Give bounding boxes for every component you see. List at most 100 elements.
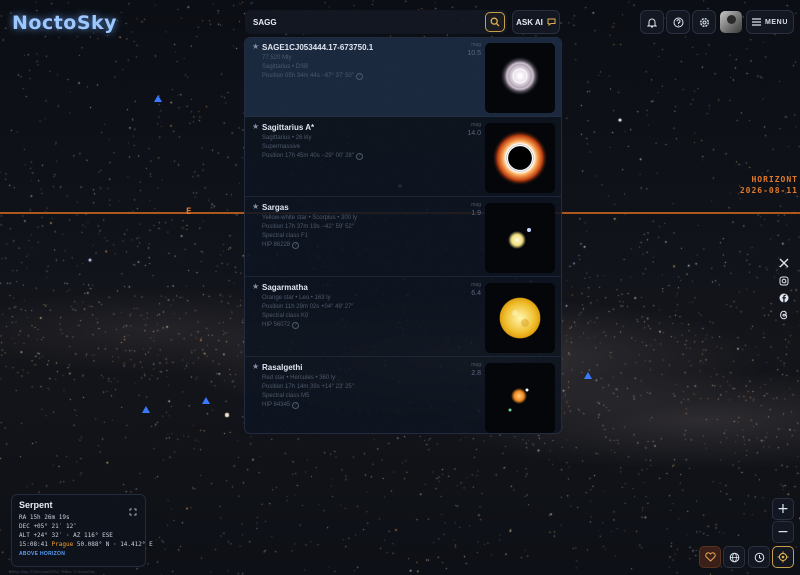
result-detail-text: Supermassive (262, 144, 301, 150)
result-detail-text: Position 05h 34m 44s −67° 37′ 50″ (262, 73, 354, 79)
observer-city[interactable]: Prague (52, 541, 74, 548)
result-thumbnail[interactable] (485, 283, 555, 353)
help-button[interactable] (666, 10, 690, 34)
result-detail: 77 520 Mly (262, 55, 291, 61)
result-detail: Orange star • Leo • 163 ly (262, 295, 331, 301)
zoom-out-button[interactable]: − (772, 521, 794, 543)
notifications-button[interactable] (640, 10, 664, 34)
avatar[interactable] (720, 11, 742, 33)
search-button[interactable] (485, 12, 505, 32)
search-icon (490, 17, 500, 27)
horizon-label-title: HORIZONT (751, 175, 798, 184)
observer-location: 15:08:41 Prague 50.088° N · 14.412° E (19, 540, 153, 549)
observer-time: 15:08:41 (19, 541, 48, 548)
constellation-marker[interactable] (202, 397, 210, 404)
settings-button[interactable] (692, 10, 716, 34)
bell-icon (647, 18, 657, 27)
favorite-star-icon[interactable]: ★ (252, 282, 259, 291)
favorite-star-icon[interactable]: ★ (252, 42, 259, 51)
locate-button[interactable] (772, 546, 794, 568)
result-detail-text: HIP 56072 (262, 322, 291, 328)
magnitude-value: 1.9 (471, 210, 481, 217)
menu-button[interactable]: MENU (746, 10, 794, 34)
favorite-star-icon[interactable]: ★ (252, 122, 259, 131)
result-name: Rasalgethi (262, 363, 303, 372)
result-thumbnail[interactable] (485, 43, 555, 113)
object-ra: RA 15h 26m 19s (19, 514, 70, 521)
info-icon[interactable]: ? (355, 153, 363, 160)
constellation-marker[interactable] (584, 372, 592, 379)
result-detail-text: Sagittarius • 26 kly (262, 135, 312, 141)
result-thumbnail[interactable] (485, 123, 555, 193)
info-icon[interactable]: ? (292, 402, 300, 409)
result-detail: HIP 86228? (262, 242, 300, 249)
horizon-label: HORIZONT 2026-08-11 (740, 174, 798, 196)
info-icon[interactable]: ? (292, 242, 300, 249)
globe-icon (729, 552, 739, 562)
search-result-item[interactable]: ★ Rasalgethi Red star • Hercules • 360 ly P… (245, 358, 561, 433)
horizon-east-mark: E (186, 207, 192, 217)
search-input[interactable]: SAGG ✕ (245, 10, 507, 34)
globe-button[interactable] (723, 546, 745, 568)
selected-object-card[interactable]: Serpent RA 15h 26m 19s DEC +05° 21′ 12″ … (11, 494, 153, 567)
result-detail-text: Spectral class M5 (262, 393, 310, 399)
favorite-star-icon[interactable]: ★ (252, 202, 259, 211)
time-button[interactable] (748, 546, 770, 568)
result-thumbnail[interactable] (485, 203, 555, 273)
magnitude-label: mag (471, 42, 481, 48)
x-icon[interactable] (776, 256, 792, 270)
result-detail-text: Position 17h 37m 19s −42° 59′ 52″ (262, 224, 354, 230)
magnitude-value: 2.8 (471, 370, 481, 377)
result-detail-text: HIP 86228 (262, 242, 291, 248)
object-dec: DEC +05° 21′ 12″ (19, 523, 77, 530)
facebook-icon[interactable] (776, 291, 792, 305)
result-detail-text: Position 17h 45m 40s −29° 00′ 28″ (262, 153, 354, 159)
search-result-item[interactable]: ★ Sargas Yellow-white star • Scorpius • 30… (245, 198, 561, 277)
result-detail: Spectral class M5 (262, 393, 309, 399)
result-detail: HIP 84345? (262, 402, 300, 409)
search-results-panel: ★ SAGE1CJ053444.17-673750.1 77 520 Mly Sagi… (244, 37, 562, 434)
app-logo[interactable]: NoctoSky (12, 12, 117, 34)
result-detail-text: Red star • Hercules • 360 ly (262, 375, 336, 381)
info-icon[interactable]: ? (292, 322, 300, 329)
result-detail-text: Sagittarius • DSB (262, 64, 309, 70)
result-detail-text: Position 11h 29m 02s +04° 49′ 27″ (262, 304, 354, 310)
search-query[interactable]: SAGG (253, 18, 487, 27)
result-detail: Red star • Hercules • 360 ly (262, 375, 335, 381)
magnitude-value: 6.4 (471, 290, 481, 297)
constellation-marker[interactable] (142, 406, 150, 413)
result-name: Sagarmatha (262, 283, 308, 292)
threads-icon[interactable] (776, 308, 792, 322)
result-detail: Sagittarius • DSB (262, 64, 308, 70)
zoom-in-button[interactable]: + (772, 498, 794, 520)
object-name: Serpent (19, 500, 53, 510)
result-detail-text: Spectral class F1 (262, 233, 309, 239)
result-name: Sargas (262, 203, 289, 212)
result-detail: Position 17h 37m 19s −42° 59′ 52″ (262, 224, 354, 230)
magnitude-value: 10.5 (467, 50, 481, 57)
result-detail-text: Orange star • Leo • 163 ly (262, 295, 331, 301)
result-detail: Spectral class F1 (262, 233, 308, 239)
info-icon[interactable]: ? (355, 73, 363, 80)
constellation-marker[interactable] (154, 95, 162, 102)
result-detail: Sagittarius • 26 kly (262, 135, 311, 141)
search-result-item[interactable]: ★ Sagittarius A* Sagittarius • 26 kly Super… (245, 118, 561, 197)
search-result-item[interactable]: ★ Sagarmatha Orange star • Leo • 163 ly Pos… (245, 278, 561, 357)
instagram-icon[interactable] (776, 274, 792, 288)
expand-icon[interactable] (129, 501, 137, 520)
chat-icon (547, 18, 556, 26)
result-thumbnail[interactable] (485, 363, 555, 433)
result-detail: Position 17h 14m 39s +14° 23′ 25″ (262, 384, 354, 390)
magnitude-label: mag (471, 202, 481, 208)
search-result-item[interactable]: ★ SAGE1CJ053444.17-673750.1 77 520 Mly Sagi… (245, 38, 561, 117)
ask-ai-label: ASK AI (516, 17, 543, 27)
clock-icon (754, 552, 764, 562)
ask-ai-button[interactable]: ASK AI (512, 10, 560, 34)
result-name: Sagittarius A* (262, 123, 315, 132)
result-detail: Position 05h 34m 44s −67° 37′ 50″? (262, 73, 363, 80)
settings-icon (699, 17, 709, 27)
result-detail: Supermassive (262, 144, 300, 150)
locate-icon (777, 551, 789, 563)
favorite-star-icon[interactable]: ★ (252, 362, 259, 371)
favorites-button[interactable] (699, 546, 721, 568)
